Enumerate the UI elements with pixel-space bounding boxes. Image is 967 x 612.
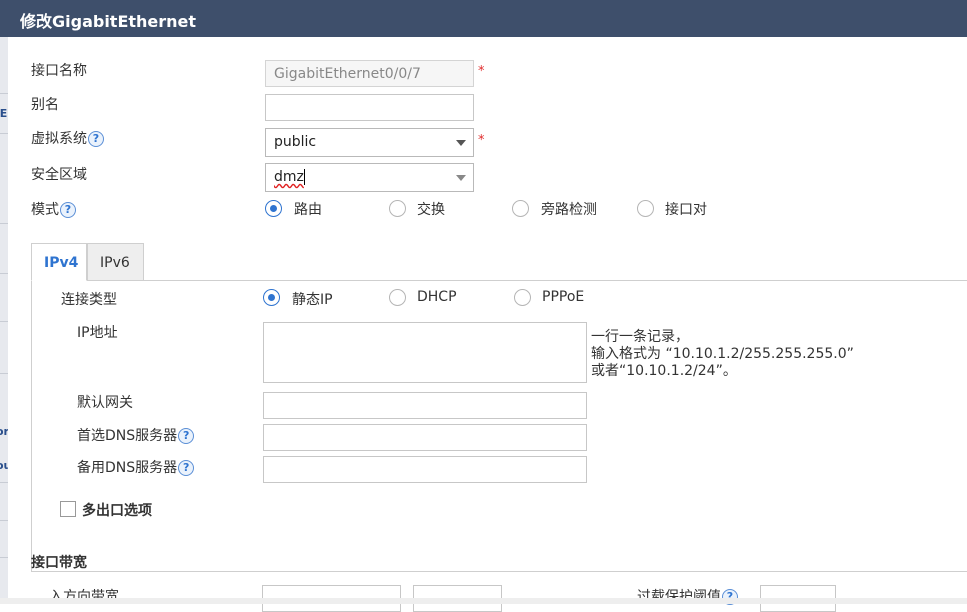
dns-primary-label: 首选DNS服务器? <box>77 425 195 445</box>
help-icon[interactable]: ? <box>178 460 195 476</box>
ip-hint-line: 一行一条记录， <box>591 329 689 345</box>
conn-radio-pppoe[interactable] <box>514 289 531 306</box>
background-divider <box>0 557 8 558</box>
help-icon[interactable]: ? <box>60 202 76 218</box>
help-icon[interactable]: ? <box>178 428 195 444</box>
background-divider <box>0 93 8 94</box>
mode-radio-bypass[interactable] <box>512 200 529 217</box>
zone-label: 安全区域 <box>31 167 87 183</box>
mode-label: 模式? <box>31 199 76 219</box>
connection-type-label: 连接类型 <box>61 292 117 308</box>
text-cursor <box>303 169 305 185</box>
dns-secondary-input[interactable] <box>263 456 587 483</box>
background-divider <box>0 373 8 374</box>
required-marker: * <box>478 133 485 148</box>
background-window-edge: lE or ou <box>0 37 11 604</box>
zone-select-value: dmz <box>274 169 304 185</box>
chevron-down-icon <box>456 175 466 181</box>
alias-input[interactable] <box>265 94 474 121</box>
vsys-label-text: 虚拟系统 <box>31 131 87 147</box>
edit-interface-dialog: 接口名称 GigabitEthernet0/0/7 * 别名 虚拟系统? pub… <box>8 37 967 612</box>
background-text-fragment: lE <box>0 107 8 120</box>
mode-option-pair[interactable]: 接口对 <box>665 199 707 219</box>
background-divider <box>0 321 8 322</box>
mode-option-route[interactable]: 路由 <box>294 199 322 219</box>
dns-primary-label-text: 首选DNS服务器 <box>77 428 178 444</box>
dns-primary-input[interactable] <box>263 424 587 451</box>
ip-address-textarea[interactable] <box>263 322 587 383</box>
vsys-label: 虚拟系统? <box>31 128 104 148</box>
multi-egress-label[interactable]: 多出口选项 <box>82 500 152 520</box>
gateway-label: 默认网关 <box>77 395 133 411</box>
mode-radio-switch[interactable] <box>389 200 406 217</box>
background-divider <box>0 482 8 483</box>
dns-secondary-label: 备用DNS服务器? <box>77 457 195 477</box>
bandwidth-section-title: 接口带宽 <box>31 555 87 571</box>
ip-hint-line: 或者“10.10.1.2/24”。 <box>591 363 737 379</box>
conn-radio-static[interactable] <box>263 289 280 306</box>
interface-name-field: GigabitEthernet0/0/7 <box>265 60 474 87</box>
ip-hint-line: 输入格式为 “10.10.1.2/255.255.255.0” <box>591 346 854 362</box>
background-divider <box>0 273 8 274</box>
background-divider <box>0 520 8 521</box>
required-marker: * <box>478 64 485 79</box>
dns-secondary-label-text: 备用DNS服务器 <box>77 460 178 476</box>
mode-radio-route[interactable] <box>265 200 282 217</box>
alias-label: 别名 <box>31 97 59 113</box>
tab-ipv6[interactable]: IPv6 <box>87 243 144 281</box>
mode-option-switch[interactable]: 交换 <box>417 199 445 219</box>
conn-radio-dhcp[interactable] <box>389 289 406 306</box>
ip-address-hint: 一行一条记录， 输入格式为 “10.10.1.2/255.255.255.0” … <box>591 329 854 380</box>
dialog-titlebar[interactable]: 修改GigabitEthernet <box>0 0 967 37</box>
vsys-select[interactable]: public <box>265 128 474 157</box>
dialog-title: 修改GigabitEthernet <box>20 12 197 31</box>
mode-option-bypass[interactable]: 旁路检测 <box>541 199 597 219</box>
interface-name-label: 接口名称 <box>31 63 87 79</box>
tab-ipv4[interactable]: IPv4 <box>31 243 87 281</box>
chevron-down-icon <box>456 140 466 146</box>
help-icon[interactable]: ? <box>88 131 104 147</box>
background-divider <box>0 133 8 134</box>
zone-select[interactable]: dmz <box>265 163 474 192</box>
ip-address-label: IP地址 <box>77 325 118 341</box>
conn-option-dhcp[interactable]: DHCP <box>417 289 457 305</box>
multi-egress-checkbox[interactable] <box>60 501 76 517</box>
mode-radio-pair[interactable] <box>637 200 654 217</box>
window-bottom-edge <box>0 598 967 604</box>
conn-option-pppoe[interactable]: PPPoE <box>542 289 584 305</box>
vsys-select-value: public <box>274 134 317 150</box>
background-divider <box>0 223 8 224</box>
gateway-input[interactable] <box>263 392 587 419</box>
conn-option-static[interactable]: 静态IP <box>292 289 333 309</box>
mode-label-text: 模式 <box>31 202 59 218</box>
